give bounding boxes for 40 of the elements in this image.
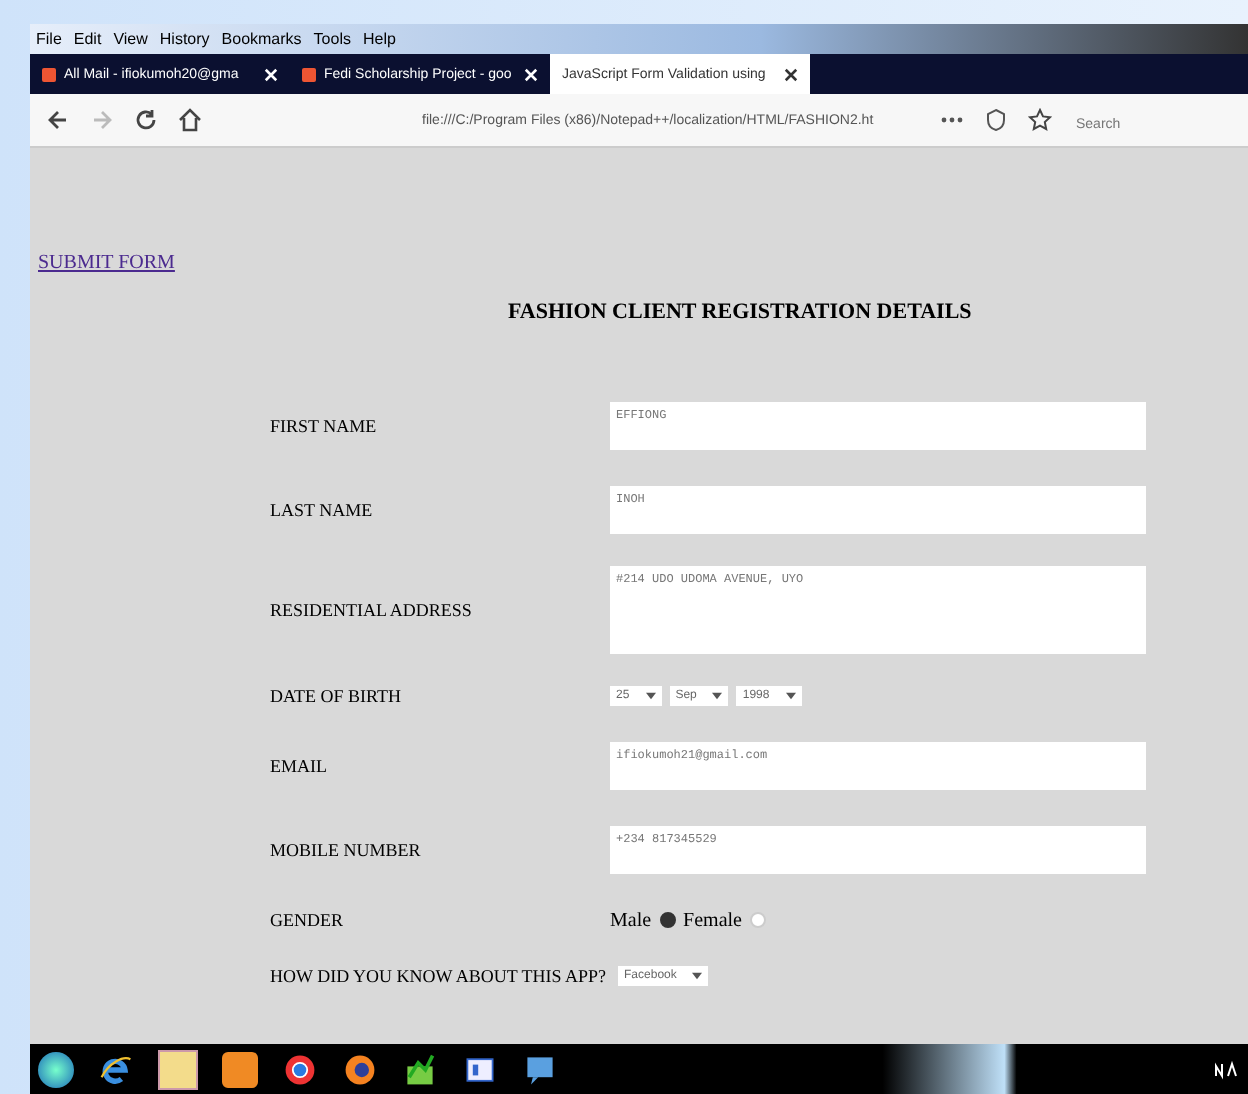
- field-label: LAST NAME: [270, 500, 375, 520]
- media-player-icon[interactable]: [222, 1051, 258, 1087]
- menu-item[interactable]: Help: [362, 30, 396, 48]
- chat-icon[interactable]: [522, 1051, 558, 1087]
- caret-icon: [712, 692, 723, 700]
- browser-icon[interactable]: [342, 1051, 378, 1087]
- menu-item[interactable]: Tools: [313, 30, 351, 48]
- radio-label: Female: [683, 909, 742, 931]
- field-label: FIRST NAME: [270, 416, 379, 436]
- menu-item[interactable]: Bookmarks: [221, 30, 302, 48]
- menu-item[interactable]: View: [113, 30, 148, 48]
- field-label: EMAIL: [270, 756, 329, 776]
- home-icon[interactable]: [178, 108, 202, 132]
- shield-icon[interactable]: [984, 108, 1008, 132]
- chart-icon[interactable]: [402, 1051, 438, 1087]
- back-icon[interactable]: [46, 108, 70, 132]
- submit-form-link[interactable]: SUBMIT FORM: [38, 252, 175, 274]
- field-label: DATE OF BIRTH: [270, 686, 403, 706]
- radio-button[interactable]: [659, 912, 676, 928]
- folder-icon[interactable]: [158, 1049, 198, 1089]
- field-label: HOW DID YOU KNOW ABOUT THIS APP?: [270, 966, 609, 986]
- star-icon[interactable]: [1028, 108, 1052, 132]
- close-icon[interactable]: [784, 67, 798, 81]
- field-label: MOBILE NUMBER: [270, 840, 423, 860]
- tray-icon[interactable]: [1212, 1059, 1240, 1079]
- browser-icon[interactable]: [98, 1051, 134, 1087]
- more-icon[interactable]: [940, 116, 964, 124]
- form-heading: FASHION CLIENT REGISTRATION DETAILS: [508, 300, 972, 324]
- caret-icon: [692, 972, 703, 980]
- menu-item[interactable]: Edit: [73, 30, 102, 48]
- field-label: GENDER: [270, 910, 345, 930]
- reload-icon[interactable]: [134, 108, 158, 132]
- start-icon[interactable]: [38, 1051, 74, 1087]
- caret-icon: [645, 692, 656, 700]
- caret-icon: [785, 692, 796, 700]
- browser-icon[interactable]: [282, 1051, 318, 1087]
- field-label: RESIDENTIAL ADDRESS: [270, 600, 474, 620]
- radio-label: Male: [610, 909, 652, 931]
- menu-item[interactable]: File: [36, 30, 62, 48]
- menu-item[interactable]: History: [159, 30, 210, 48]
